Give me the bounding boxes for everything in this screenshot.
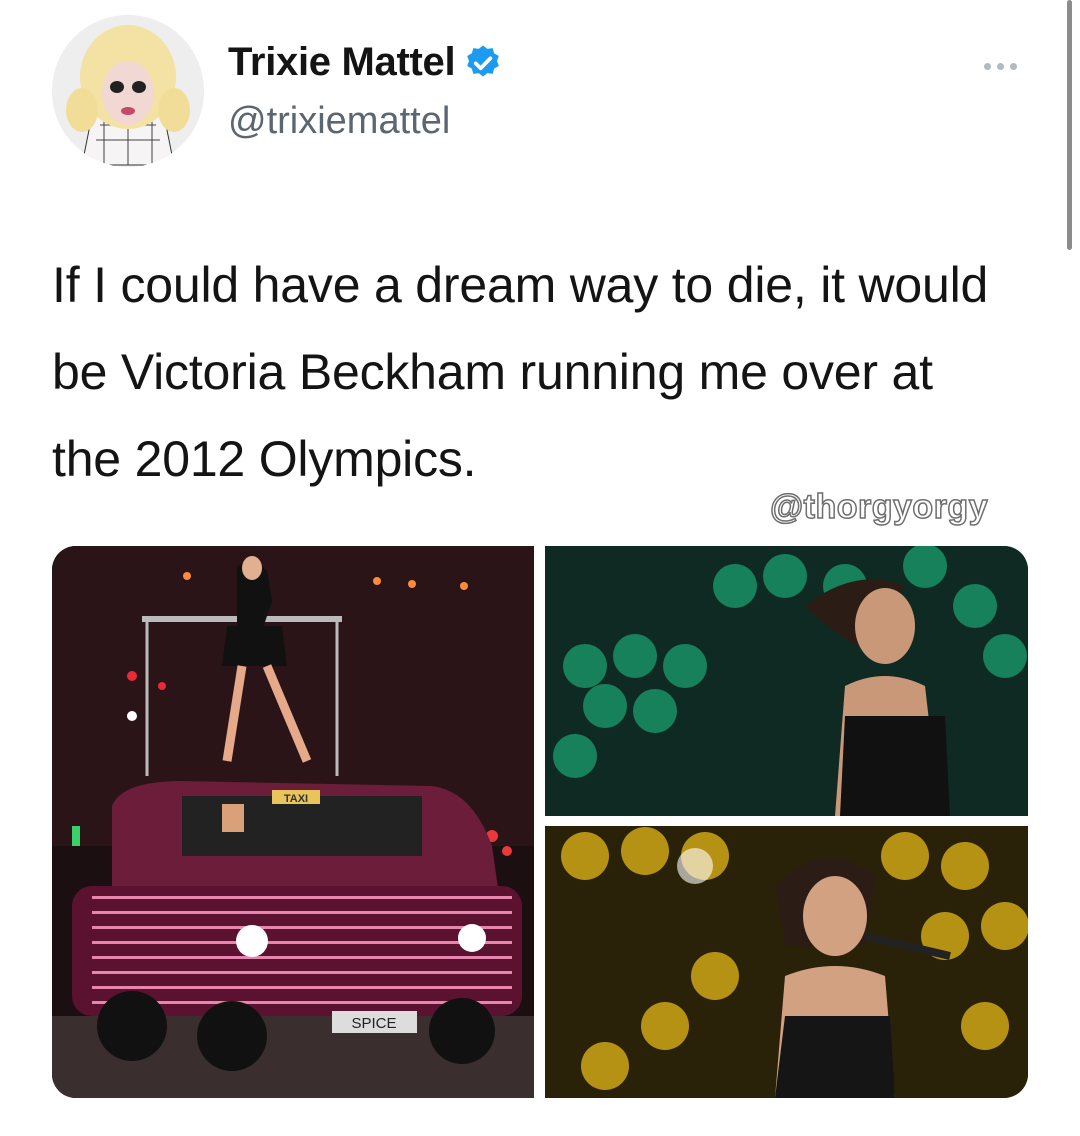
more-options-icon[interactable] <box>984 58 1024 74</box>
photo-dancer-green[interactable] <box>545 546 1028 816</box>
author-name[interactable]: Trixie Mattel <box>228 40 456 85</box>
taxi-sign: TAXI <box>284 793 308 805</box>
photo-singer-yellow[interactable] <box>545 826 1028 1098</box>
author-name-row: Trixie Mattel <box>228 40 503 85</box>
avatar-image <box>52 15 204 167</box>
verified-badge-icon <box>463 43 503 83</box>
tweet-text: If I could have a dream way to die, it w… <box>52 257 989 487</box>
taxi-plate: SPICE <box>351 1015 396 1032</box>
watermark: @thorgyorgy <box>769 487 989 527</box>
photo-taxi[interactable]: SPICE TAXI <box>52 546 534 1098</box>
author-handle[interactable]: @trixiemattel <box>228 100 450 143</box>
avatar[interactable] <box>52 15 204 167</box>
media-grid: SPICE TAXI <box>52 546 1028 1098</box>
scrollbar[interactable] <box>1067 0 1072 250</box>
